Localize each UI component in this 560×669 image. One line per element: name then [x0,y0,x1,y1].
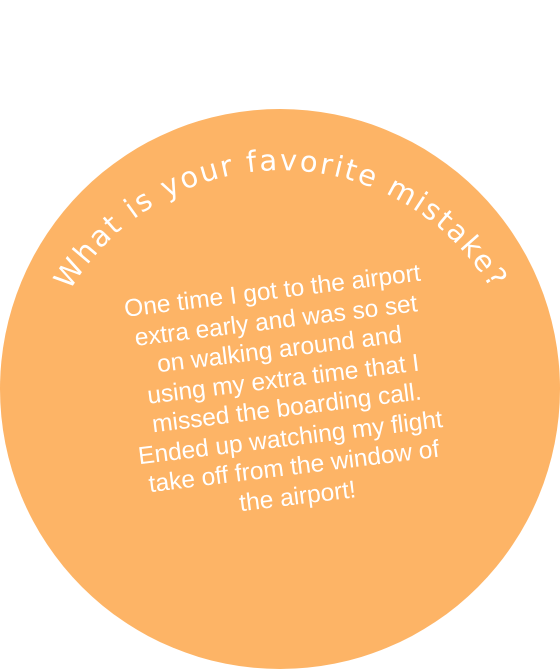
question-card: What is your favorite mistake? One time … [0,0,560,669]
answer-text: One time I got to the airport extra earl… [91,255,479,533]
